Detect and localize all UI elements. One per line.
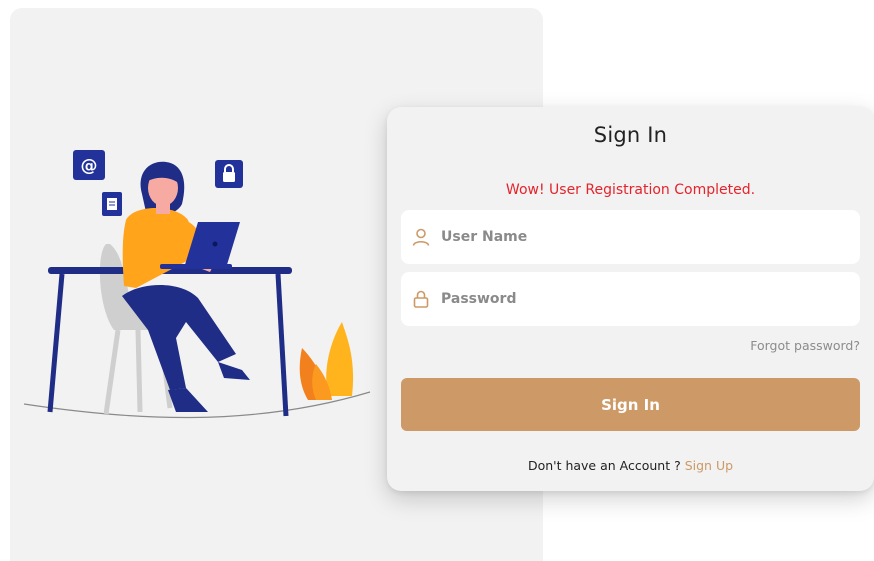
at-sign-icon: @ — [73, 150, 105, 180]
signup-prompt: Don't have an Account ? — [527, 458, 681, 473]
lock-icon — [413, 290, 429, 308]
username-input[interactable] — [439, 228, 843, 246]
page-title: Sign In — [593, 123, 668, 147]
password-field[interactable] — [401, 272, 860, 326]
user-icon — [412, 228, 430, 246]
padlock-icon — [215, 160, 243, 188]
sign-up-link[interactable]: Sign Up — [685, 458, 733, 473]
registration-success-message: Wow! User Registration Completed. — [505, 182, 756, 198]
username-field[interactable] — [401, 210, 860, 264]
document-icon — [102, 192, 122, 216]
forgot-password-link[interactable]: Forgot password? — [750, 338, 860, 353]
sign-in-card: Sign In Wow! User Registration Completed… — [387, 107, 874, 491]
sign-in-button[interactable]: Sign In — [401, 378, 860, 431]
svg-text:@: @ — [81, 156, 98, 176]
password-input[interactable] — [439, 290, 843, 308]
signup-row: Don't have an Account ? Sign Up — [387, 458, 874, 473]
